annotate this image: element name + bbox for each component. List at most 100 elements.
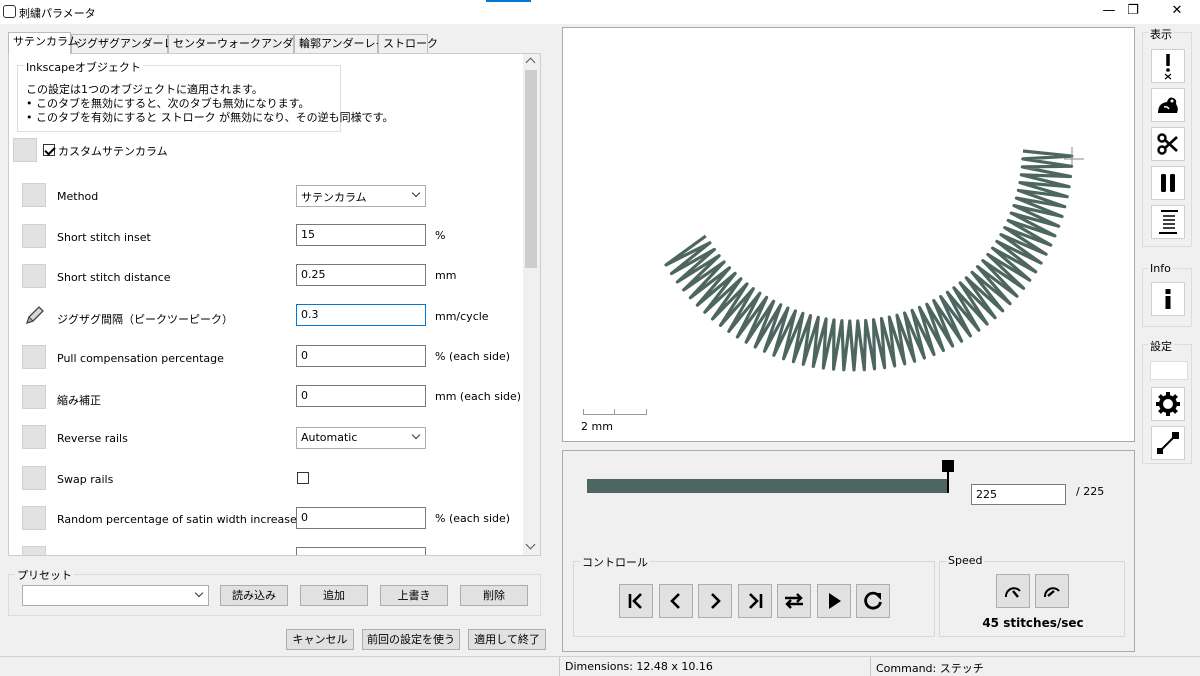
settings-button[interactable] bbox=[1151, 387, 1185, 421]
param-toggle[interactable] bbox=[22, 264, 46, 288]
chevron-down-icon bbox=[194, 588, 204, 598]
current-stitch-input[interactable]: 225 bbox=[971, 484, 1066, 505]
color-swatch[interactable] bbox=[1150, 361, 1188, 380]
param-toggle[interactable] bbox=[22, 345, 46, 369]
trim-toggle-button[interactable] bbox=[1151, 88, 1185, 122]
speed-up-button[interactable] bbox=[1035, 574, 1069, 608]
info-button[interactable] bbox=[1151, 282, 1185, 316]
presets-group: プリセット 読み込み 追加 上書き 削除 bbox=[8, 567, 541, 616]
scroll-up-icon[interactable] bbox=[525, 57, 536, 68]
param-unit: % bbox=[435, 229, 446, 242]
status-bar: Dimensions: 12.48 x 10.16 Command: ステッチ bbox=[0, 656, 1200, 676]
app-icon bbox=[3, 5, 16, 18]
use-last-settings-button[interactable]: 前回の設定を使う bbox=[362, 629, 460, 650]
commands-toggle-button[interactable] bbox=[1151, 205, 1185, 239]
play-button[interactable] bbox=[817, 584, 851, 618]
zigzag-spacing-input[interactable]: 0.3 bbox=[296, 304, 426, 326]
preset-select[interactable] bbox=[22, 585, 209, 606]
add-preset-button[interactable]: 追加 bbox=[300, 585, 368, 606]
restart-button[interactable] bbox=[856, 584, 890, 618]
tab-stroke[interactable]: ストローク bbox=[378, 34, 438, 53]
param-label: Swap rails bbox=[57, 473, 114, 486]
status-separator bbox=[870, 657, 871, 676]
speed-down-button[interactable] bbox=[996, 574, 1030, 608]
info-icon bbox=[1165, 289, 1171, 309]
stop-toggle-button[interactable] bbox=[1151, 166, 1185, 200]
apply-close-button[interactable]: 適用して終了 bbox=[468, 629, 546, 650]
prev-stitch-button[interactable] bbox=[659, 584, 693, 618]
first-stitch-button[interactable] bbox=[619, 584, 653, 618]
pull-comp-percent-input[interactable]: 0 bbox=[296, 345, 426, 367]
settings-group: 設定 bbox=[1142, 338, 1192, 464]
info-box: Inkscapeオブジェクト この設定は1つのオブジェクトに適用されます。 • … bbox=[17, 59, 394, 132]
playback-panel: 225 / 225 コントロール Speed 45 stitches/sec bbox=[562, 450, 1135, 652]
gear-icon bbox=[1156, 392, 1180, 416]
title-accent bbox=[486, 0, 531, 2]
param-toggle[interactable] bbox=[22, 466, 46, 490]
cut-toggle-button[interactable] bbox=[1151, 127, 1185, 161]
progress-slider-handle[interactable] bbox=[942, 460, 954, 472]
controls-legend: コントロール bbox=[580, 554, 650, 570]
param-toggle[interactable] bbox=[22, 224, 46, 248]
close-button[interactable]: ✕ bbox=[1154, 0, 1200, 24]
pencil-icon bbox=[22, 304, 46, 328]
jump-toggle-button[interactable] bbox=[1151, 49, 1185, 83]
cancel-button[interactable]: キャンセル bbox=[286, 629, 354, 650]
scroll-thumb[interactable] bbox=[525, 70, 537, 268]
delete-preset-button[interactable]: 削除 bbox=[460, 585, 528, 606]
status-command: Command: ステッチ bbox=[876, 662, 984, 675]
info-label: Info bbox=[1148, 262, 1173, 275]
reverse-rails-select[interactable]: Automatic bbox=[296, 427, 426, 449]
param-label: Random percentage of satin width increas… bbox=[57, 513, 297, 526]
speed-legend: Speed bbox=[946, 554, 985, 567]
next-param-input[interactable] bbox=[296, 547, 426, 555]
chevron-down-icon bbox=[411, 430, 421, 440]
param-toggle[interactable] bbox=[22, 425, 46, 449]
direction-button[interactable] bbox=[777, 584, 811, 618]
load-preset-button[interactable]: 読み込み bbox=[220, 585, 288, 606]
swap-icon bbox=[785, 593, 803, 609]
display-group: 表示 bbox=[1142, 26, 1192, 247]
tab-center-walk-underlay[interactable]: センターウォークアンダーレイ bbox=[168, 34, 327, 53]
param-unit: mm bbox=[435, 269, 457, 282]
progress-bar-fill bbox=[587, 479, 948, 493]
progress-slider-stem bbox=[947, 471, 949, 493]
next-icon bbox=[711, 593, 721, 609]
custom-satin-square bbox=[13, 138, 37, 162]
stitch-preview-canvas[interactable]: 2 mm bbox=[562, 27, 1135, 442]
presets-legend: プリセット bbox=[15, 567, 74, 583]
scale-bar bbox=[583, 409, 647, 415]
scissors-icon bbox=[1157, 133, 1178, 155]
params-scrollbar[interactable] bbox=[523, 54, 540, 555]
stitch-preview bbox=[664, 147, 1084, 372]
last-stitch-button[interactable] bbox=[738, 584, 772, 618]
page-list-icon bbox=[1159, 210, 1178, 234]
pull-comp-mm-input[interactable]: 0 bbox=[296, 385, 426, 407]
tab-zigzag-underlay[interactable]: ジグザグアンダーレイ bbox=[71, 34, 186, 53]
custom-satin-checkbox[interactable] bbox=[43, 144, 55, 156]
scroll-down-icon[interactable] bbox=[525, 539, 536, 550]
next-stitch-button[interactable] bbox=[698, 584, 732, 618]
params-panel: Inkscapeオブジェクト この設定は1つのオブジェクトに適用されます。 • … bbox=[8, 53, 541, 556]
tab-contour-underlay[interactable]: 輪郭アンダーレイ bbox=[294, 34, 387, 53]
fullscreen-button[interactable] bbox=[1151, 426, 1185, 460]
param-toggle[interactable] bbox=[22, 546, 46, 555]
short-stitch-inset-input[interactable]: 15 bbox=[296, 224, 426, 246]
param-toggle[interactable] bbox=[22, 506, 46, 530]
random-width-input[interactable]: 0 bbox=[296, 507, 426, 529]
param-label: ジグザグ間隔（ピークツーピーク） bbox=[57, 313, 233, 326]
tab-satin-column[interactable]: サテンカラム bbox=[8, 32, 79, 54]
overwrite-preset-button[interactable]: 上書き bbox=[380, 585, 448, 606]
param-unit: mm (each side) bbox=[435, 390, 522, 403]
first-icon bbox=[628, 593, 642, 609]
method-select[interactable]: サテンカラム bbox=[296, 185, 426, 207]
swap-rails-checkbox[interactable] bbox=[297, 472, 309, 484]
stitch-path bbox=[664, 149, 1074, 372]
param-unit: mm/cycle bbox=[435, 310, 489, 323]
param-toggle[interactable] bbox=[22, 183, 46, 207]
scale-label: 2 mm bbox=[581, 420, 613, 433]
prev-icon bbox=[670, 593, 680, 609]
short-stitch-distance-input[interactable]: 0.25 bbox=[296, 264, 426, 286]
param-toggle[interactable] bbox=[22, 385, 46, 409]
maximize-button[interactable]: ❐ bbox=[1110, 0, 1156, 24]
